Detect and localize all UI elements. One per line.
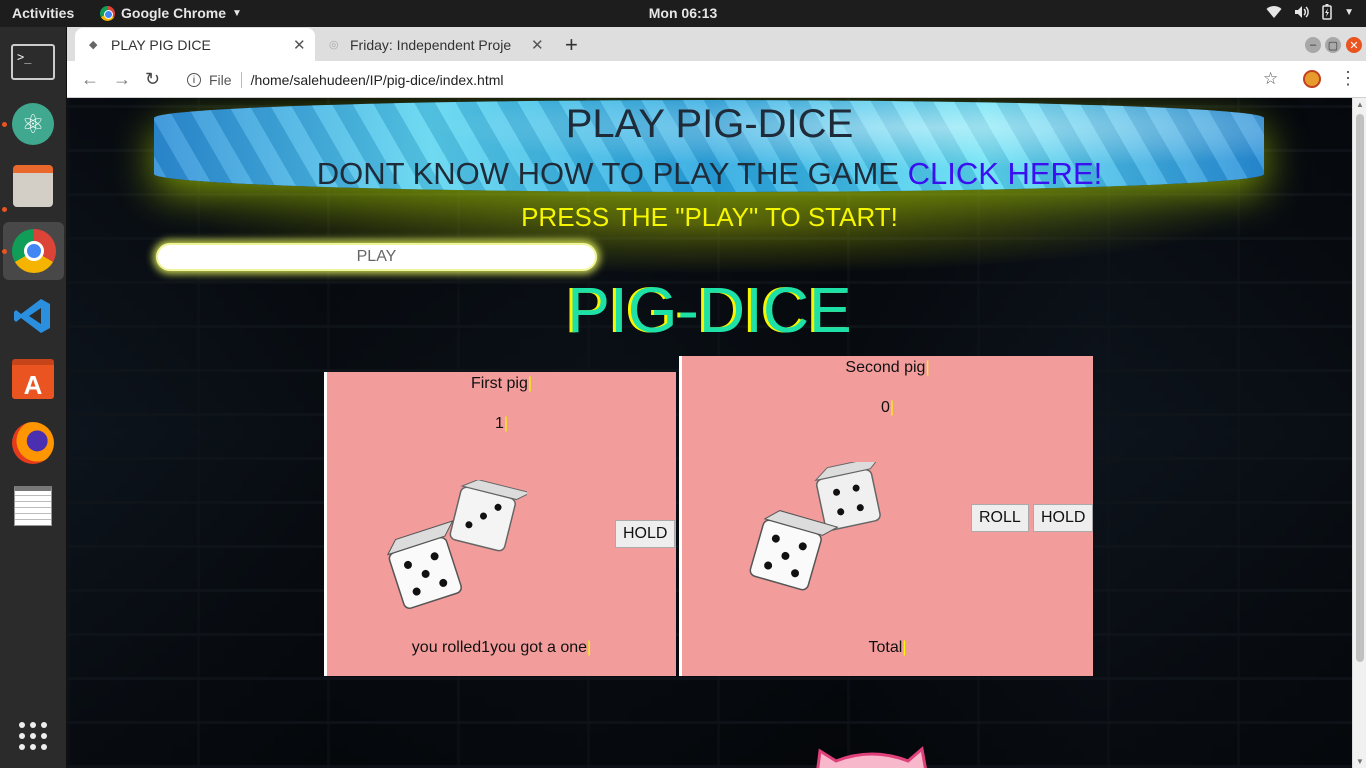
close-tab-icon[interactable]: ✕ — [531, 36, 544, 54]
software-launcher[interactable]: A — [10, 356, 56, 402]
wifi-icon — [1266, 6, 1282, 19]
address-url: /home/salehudeen/IP/pig-dice/index.html — [250, 72, 504, 88]
close-tab-icon[interactable]: ✕ — [293, 36, 306, 54]
player-one-name-row: First pig| — [470, 375, 533, 392]
tab-bar: ◆ PLAY PIG DICE ✕ ◎ Friday: Independent … — [67, 27, 1366, 61]
chrome-icon — [100, 5, 115, 21]
volume-icon — [1295, 6, 1309, 18]
clock[interactable]: Mon 06:13 — [649, 5, 717, 21]
dice-icon — [387, 480, 527, 609]
player-one-panel: First pig| 1| HOLD you rolled1you got a … — [324, 372, 676, 676]
web-page: PLAY PIG-DICE DONT KNOW HOW TO PLAY THE … — [67, 98, 1352, 768]
atom-launcher[interactable]: ⚛ — [10, 101, 56, 147]
player-one-message-row: you rolled1you got a one| — [411, 639, 592, 656]
new-tab-button[interactable]: + — [565, 32, 578, 58]
files-launcher[interactable] — [10, 163, 56, 209]
dock: >_ ⚛ A — [0, 27, 67, 768]
info-icon[interactable]: i — [187, 73, 201, 87]
maximize-button[interactable]: ▢ — [1325, 37, 1341, 53]
help-link[interactable]: CLICK HERE! — [908, 156, 1103, 191]
pig-mascot-image — [816, 746, 927, 768]
game-title: PIG-DICE — [567, 274, 852, 346]
vscode-launcher[interactable] — [10, 293, 56, 339]
running-indicator — [2, 122, 7, 127]
player-one-name: First pig — [470, 375, 528, 392]
text-editor-icon — [14, 486, 52, 526]
player-two-name-row: Second pig| — [845, 359, 930, 376]
battery-icon — [1322, 4, 1332, 20]
player-two-score-row: 0| — [880, 399, 895, 416]
start-instruction: PRESS THE "PLAY" TO START! — [521, 202, 898, 232]
firefox-launcher[interactable] — [10, 420, 56, 466]
address-divider — [240, 72, 242, 88]
system-top-bar: Activities Google Chrome ▼ Mon 06:13 ▼ — [0, 0, 1366, 27]
player-two-total-row: Total| — [868, 639, 907, 656]
player-one-message: you rolled1you got a one — [411, 639, 588, 656]
tab-title: Friday: Independent Proje — [350, 36, 512, 53]
player-two-total-label: Total — [868, 639, 903, 656]
page-favicon-icon: ◆ — [89, 39, 98, 51]
browser-toolbar: ← → ↻ i File /home/salehudeen/IP/pig-dic… — [67, 61, 1366, 98]
scrollbar-thumb[interactable] — [1356, 114, 1364, 662]
running-indicator — [2, 207, 7, 212]
shopping-bag-icon: A — [12, 359, 54, 400]
dice-icon — [749, 462, 882, 591]
app-name: Google Chrome — [121, 5, 227, 21]
close-window-button[interactable]: ✕ — [1346, 37, 1362, 53]
help-line: DONT KNOW HOW TO PLAY THE GAME CLICK HER… — [67, 156, 1352, 192]
running-indicator — [2, 249, 7, 254]
show-applications-button[interactable] — [10, 713, 56, 759]
terminal-launcher[interactable]: >_ — [10, 39, 56, 85]
page-scrollbar[interactable]: ▲ ▼ — [1352, 98, 1366, 768]
scroll-down-icon[interactable]: ▼ — [1356, 757, 1364, 766]
player-two-score: 0 — [880, 399, 890, 416]
tab-friday-independent-project[interactable]: ◎ Friday: Independent Proje ✕ — [323, 28, 553, 61]
vscode-icon — [14, 299, 50, 333]
player-one-hold-button[interactable]: HOLD — [615, 520, 676, 548]
address-bar[interactable]: i File /home/salehudeen/IP/pig-dice/inde… — [177, 68, 1257, 92]
bookmark-star-icon[interactable]: ☆ — [1263, 69, 1278, 89]
player-one-score-row: 1| — [494, 415, 509, 432]
reload-button[interactable]: ↻ — [145, 69, 160, 90]
player-one-score: 1 — [494, 415, 504, 432]
minimize-button[interactable]: – — [1305, 37, 1321, 53]
player-two-roll-button[interactable]: ROLL — [971, 504, 1029, 532]
menu-kebab-icon[interactable]: ⋮ — [1339, 68, 1357, 89]
page-favicon-icon: ◎ — [329, 39, 339, 51]
forward-button[interactable]: → — [113, 69, 131, 90]
file-cabinet-icon — [13, 165, 53, 207]
chrome-icon — [11, 229, 56, 273]
address-scheme: File — [209, 72, 232, 88]
app-grid-icon — [19, 722, 47, 750]
page-title: PLAY PIG-DICE — [565, 102, 854, 146]
chrome-launcher[interactable] — [3, 222, 64, 280]
player-two-name: Second pig — [845, 359, 926, 376]
chevron-down-icon: ▼ — [232, 7, 242, 19]
chevron-down-icon: ▼ — [1344, 6, 1354, 18]
app-menu[interactable]: Google Chrome ▼ — [100, 5, 242, 21]
terminal-icon: >_ — [11, 44, 55, 80]
player-two-hold-button[interactable]: HOLD — [1033, 504, 1094, 532]
extension-icon[interactable] — [1303, 70, 1321, 88]
back-button[interactable]: ← — [81, 69, 99, 90]
text-editor-launcher[interactable] — [10, 483, 56, 529]
system-tray[interactable]: ▼ — [1266, 4, 1354, 20]
play-button[interactable]: PLAY — [156, 243, 597, 271]
activities-button[interactable]: Activities — [12, 5, 74, 21]
atom-icon: ⚛ — [12, 103, 54, 145]
scroll-up-icon[interactable]: ▲ — [1356, 100, 1364, 109]
tab-play-pig-dice[interactable]: ◆ PLAY PIG DICE ✕ — [75, 28, 315, 61]
tab-title: PLAY PIG DICE — [111, 36, 211, 53]
help-text: DONT KNOW HOW TO PLAY THE GAME — [316, 156, 899, 191]
firefox-icon — [12, 422, 54, 464]
player-two-panel: Second pig| 0| ROLL HOLD Total| — [679, 356, 1094, 676]
